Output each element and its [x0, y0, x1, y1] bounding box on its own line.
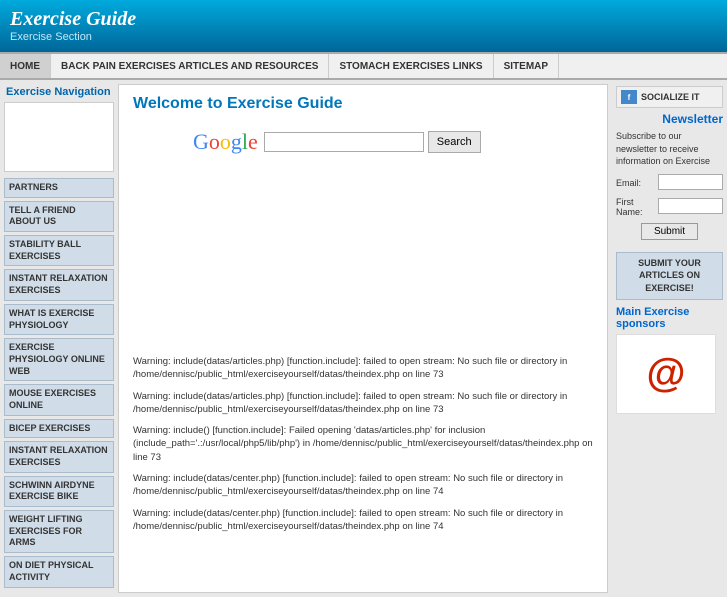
site-title: Exercise Guide: [10, 8, 717, 31]
submit-articles-button[interactable]: SUBMIT YOUR ARTICLES ON EXERCISE!: [616, 252, 723, 300]
google-search-button[interactable]: Search: [428, 131, 481, 153]
site-subtitle: Exercise Section: [10, 31, 717, 43]
newsletter-description: Subscribe to our newsletter to receive i…: [616, 130, 723, 168]
socialize-icon: f: [621, 90, 637, 104]
sponsor-image: @: [616, 334, 716, 414]
content-title: Welcome to Exercise Guide: [133, 95, 593, 113]
navigation-bar: HOMEBACK PAIN EXERCISES ARTICLES AND RES…: [0, 52, 727, 80]
submit-newsletter-button[interactable]: Submit: [641, 223, 698, 240]
sidebar-btn-0[interactable]: PARTNERS: [4, 178, 114, 198]
main-content: Welcome to Exercise Guide Google Search …: [118, 84, 608, 593]
firstname-label: First Name:: [616, 197, 658, 217]
sidebar-image: [4, 102, 114, 172]
warning-4: Warning: include(datas/center.php) [func…: [133, 507, 593, 534]
warning-2: Warning: include() [function.include]: F…: [133, 424, 593, 464]
sidebar-btn-1[interactable]: TELL A FRIEND ABOUT US: [4, 201, 114, 232]
sponsors-title: Main Exercise sponsors: [616, 306, 723, 330]
sidebar-btn-7[interactable]: BICEP EXERCISES: [4, 419, 114, 439]
firstname-input[interactable]: [658, 198, 723, 214]
warning-1: Warning: include(datas/articles.php) [fu…: [133, 390, 593, 417]
sidebar-btn-9[interactable]: SCHWINN AIRDYNE EXERCISE BIKE: [4, 476, 114, 507]
socialize-label: SOCIALIZE IT: [641, 92, 700, 102]
page-header: Exercise Guide Exercise Section: [0, 0, 727, 52]
sidebar-btn-11[interactable]: ON DIET PHYSICAL ACTIVITY: [4, 556, 114, 587]
sidebar-btn-8[interactable]: INSTANT RELAXATION EXERCISES: [4, 441, 114, 472]
google-search-widget: Google Search: [133, 129, 593, 155]
firstname-row: First Name:: [616, 197, 723, 219]
nav-item-stomach-exercises-links[interactable]: STOMACH EXERCISES LINKS: [329, 54, 493, 78]
sponsor-icon: @: [646, 351, 685, 396]
sidebar-title: Exercise Navigation: [4, 86, 114, 98]
email-input[interactable]: [658, 174, 723, 190]
sidebar-btn-10[interactable]: WEIGHT LIFTING EXERCISES FOR ARMS: [4, 510, 114, 553]
warning-0: Warning: include(datas/articles.php) [fu…: [133, 355, 593, 382]
google-search-input[interactable]: [264, 132, 424, 152]
sidebar-btn-4[interactable]: WHAT IS EXERCISE PHYSIOLOGY: [4, 304, 114, 335]
email-label: Email:: [616, 178, 641, 188]
nav-item-sitemap[interactable]: SITEMAP: [494, 54, 559, 78]
nav-item-home[interactable]: HOME: [0, 54, 51, 78]
google-logo: Google: [193, 129, 258, 155]
left-sidebar: Exercise Navigation PARTNERS TELL A FRIEN…: [0, 80, 118, 597]
nav-item-back-pain-exercises-articles-and-resources[interactable]: BACK PAIN EXERCISES ARTICLES AND RESOURC…: [51, 54, 329, 78]
main-layout: Exercise Navigation PARTNERS TELL A FRIEN…: [0, 80, 727, 597]
warning-3: Warning: include(datas/center.php) [func…: [133, 472, 593, 499]
socialize-bar: f SOCIALIZE IT: [616, 86, 723, 108]
email-row: Email:: [616, 174, 723, 194]
newsletter-title: Newsletter: [616, 112, 723, 126]
sidebar-btn-3[interactable]: INSTANT RELAXATION EXERCISES: [4, 269, 114, 300]
warnings-section: Warning: include(datas/articles.php) [fu…: [133, 355, 593, 533]
right-sidebar: f SOCIALIZE IT Newsletter Subscribe to o…: [612, 80, 727, 597]
sidebar-btn-5[interactable]: EXERCISE PHYSIOLOGY ONLINE WEB: [4, 338, 114, 381]
sidebar-btn-2[interactable]: STABILITY BALL EXERCISES: [4, 235, 114, 266]
sidebar-btn-6[interactable]: MOUSE EXERCISES ONLINE: [4, 384, 114, 415]
